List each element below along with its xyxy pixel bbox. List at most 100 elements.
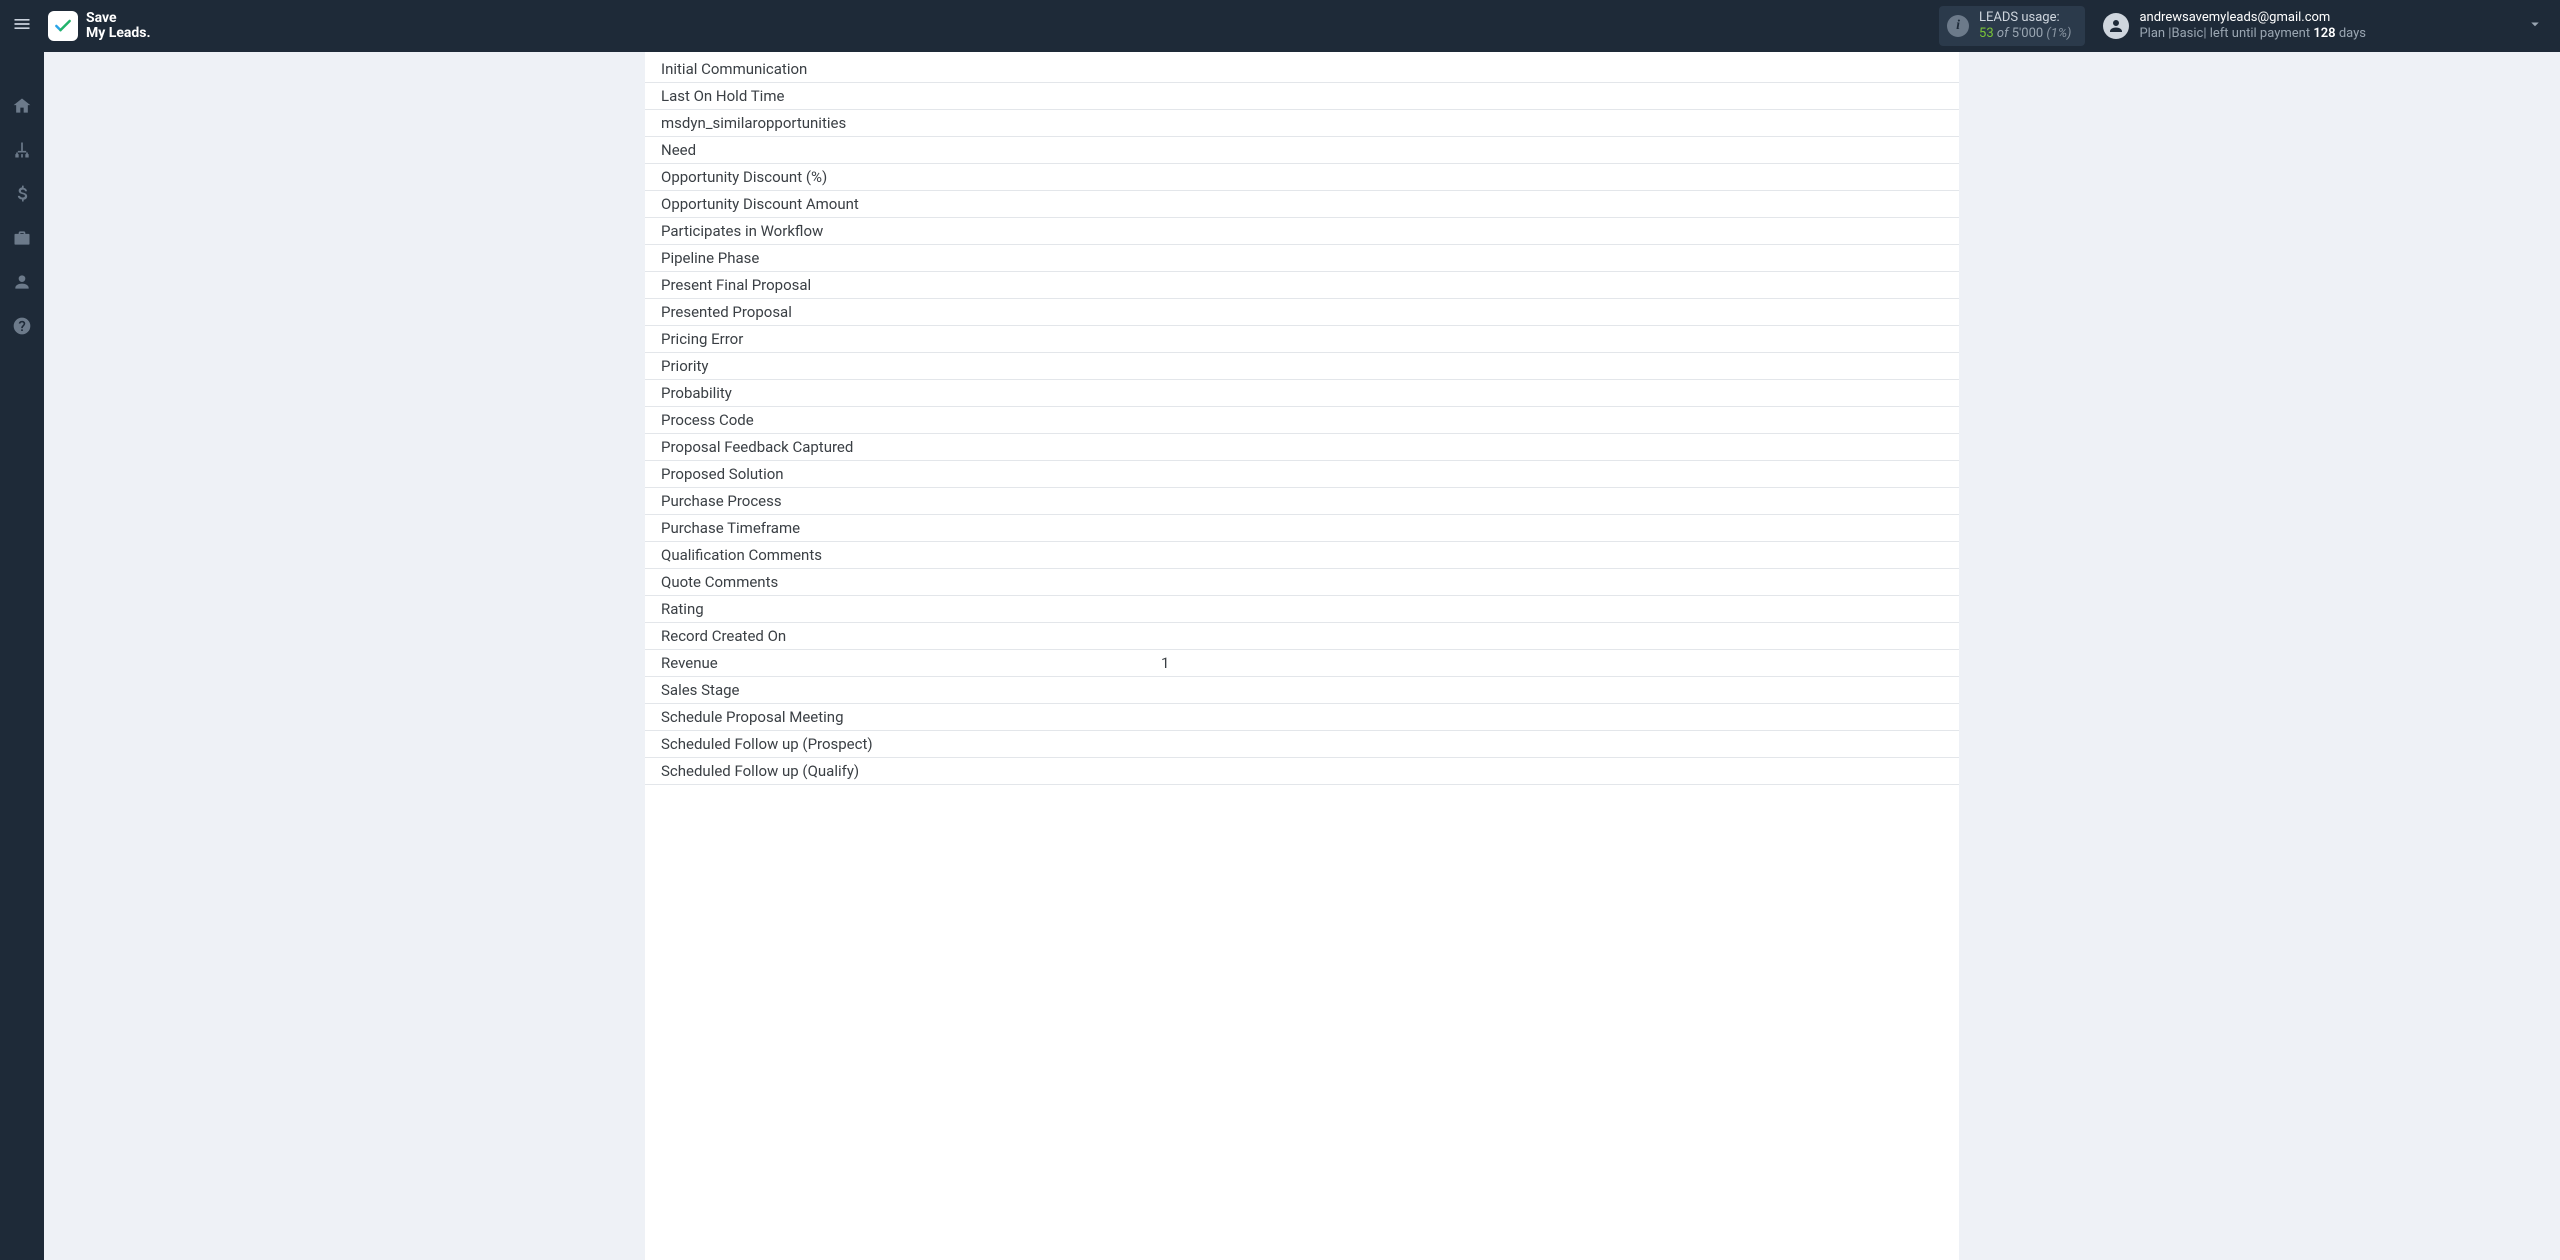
field-row[interactable]: Opportunity Discount (%) xyxy=(645,164,1959,191)
field-row[interactable]: Proposed Solution xyxy=(645,461,1959,488)
app-header: Save My Leads. i LEADS usage: 53 of 5'00… xyxy=(0,0,2560,52)
field-row[interactable]: Opportunity Discount Amount xyxy=(645,191,1959,218)
usage-used: 53 xyxy=(1979,26,1994,41)
field-row[interactable]: msdyn_similaropportunities xyxy=(645,110,1959,137)
sitemap-icon xyxy=(12,140,32,164)
fields-list: Initial Communication Last On Hold Time ms… xyxy=(645,52,1959,785)
field-row[interactable]: Qualification Comments xyxy=(645,542,1959,569)
menu-toggle-button[interactable] xyxy=(0,0,44,52)
field-label: Schedule Proposal Meeting xyxy=(661,708,1161,726)
usage-of: of xyxy=(1997,26,2009,41)
field-row[interactable]: Schedule Proposal Meeting xyxy=(645,704,1959,731)
nav-help[interactable] xyxy=(0,308,44,348)
field-row[interactable]: Scheduled Follow up (Qualify) xyxy=(645,758,1959,785)
field-value: 1 xyxy=(1161,654,1959,672)
info-icon: i xyxy=(1947,15,1969,37)
usage-percent: (1%) xyxy=(2046,26,2071,41)
brand-logo[interactable]: Save My Leads. xyxy=(48,11,151,42)
plan-mid: | left until payment xyxy=(2203,26,2313,41)
field-label: Presented Proposal xyxy=(661,303,1161,321)
field-label: Purchase Timeframe xyxy=(661,519,1161,537)
field-row[interactable]: Present Final Proposal xyxy=(645,272,1959,299)
field-label: Need xyxy=(661,141,1161,159)
field-row[interactable]: Rating xyxy=(645,596,1959,623)
field-label: Opportunity Discount Amount xyxy=(661,195,1161,213)
field-row[interactable]: Pipeline Phase xyxy=(645,245,1959,272)
home-icon xyxy=(12,96,32,120)
plan-pre: Plan | xyxy=(2139,26,2171,41)
chevron-down-icon xyxy=(2526,15,2544,37)
field-label: Revenue xyxy=(661,654,1161,672)
field-label: Opportunity Discount (%) xyxy=(661,168,1161,186)
leads-usage-box[interactable]: i LEADS usage: 53 of 5'000 (1%) xyxy=(1939,6,2085,46)
field-row[interactable]: Priority xyxy=(645,353,1959,380)
field-row[interactable]: Pricing Error xyxy=(645,326,1959,353)
nav-workspace[interactable] xyxy=(0,220,44,260)
nav-billing[interactable] xyxy=(0,176,44,216)
field-row[interactable]: Last On Hold Time xyxy=(645,83,1959,110)
brand-line1: Save xyxy=(86,11,151,26)
help-icon xyxy=(12,316,32,340)
usage-label: LEADS usage: xyxy=(1979,10,2071,26)
field-label: Pricing Error xyxy=(661,330,1161,348)
menu-icon xyxy=(12,14,32,38)
field-label: Present Final Proposal xyxy=(661,276,1161,294)
nav-account[interactable] xyxy=(0,264,44,304)
field-label: Quote Comments xyxy=(661,573,1161,591)
field-label: Probability xyxy=(661,384,1161,402)
brand-line2: My Leads. xyxy=(86,26,151,41)
field-row[interactable]: Quote Comments xyxy=(645,569,1959,596)
page-scroll[interactable]: Initial Communication Last On Hold Time ms… xyxy=(44,52,2560,1260)
avatar-icon xyxy=(2103,13,2129,39)
account-plan: Plan |Basic| left until payment 128 days xyxy=(2139,26,2366,42)
plan-days: 128 xyxy=(2313,26,2335,41)
usage-total: 5'000 xyxy=(2012,26,2044,41)
field-label: Proposed Solution xyxy=(661,465,1161,483)
account-email: andrewsavemyleads@gmail.com xyxy=(2139,10,2366,26)
field-row[interactable]: Proposal Feedback Captured xyxy=(645,434,1959,461)
brand-name: Save My Leads. xyxy=(86,11,151,42)
field-row[interactable]: Process Code xyxy=(645,407,1959,434)
field-label: Qualification Comments xyxy=(661,546,1161,564)
account-expand-button[interactable] xyxy=(2526,15,2544,37)
field-row[interactable]: Revenue1 xyxy=(645,650,1959,677)
field-row[interactable]: Sales Stage xyxy=(645,677,1959,704)
nav-connections[interactable] xyxy=(0,132,44,172)
field-row[interactable]: Scheduled Follow up (Prospect) xyxy=(645,731,1959,758)
field-row[interactable]: Need xyxy=(645,137,1959,164)
field-row[interactable]: Presented Proposal xyxy=(645,299,1959,326)
account-menu[interactable]: andrewsavemyleads@gmail.com Plan |Basic|… xyxy=(2103,10,2544,43)
nav-sidebar xyxy=(0,52,44,1260)
field-label: Scheduled Follow up (Qualify) xyxy=(661,762,1161,780)
field-label: Pipeline Phase xyxy=(661,249,1161,267)
field-label: Rating xyxy=(661,600,1161,618)
field-label: Record Created On xyxy=(661,627,1161,645)
field-label: Purchase Process xyxy=(661,492,1161,510)
briefcase-icon xyxy=(12,228,32,252)
logo-badge-icon xyxy=(48,11,78,41)
plan-name: Basic xyxy=(2171,26,2203,41)
usage-value: 53 of 5'000 (1%) xyxy=(1979,26,2071,42)
field-label: Priority xyxy=(661,357,1161,375)
field-label: Initial Communication xyxy=(661,60,1161,78)
user-icon xyxy=(12,272,32,296)
field-row[interactable]: Initial Communication xyxy=(645,52,1959,83)
nav-home[interactable] xyxy=(0,88,44,128)
field-row[interactable]: Purchase Process xyxy=(645,488,1959,515)
field-row[interactable]: Record Created On xyxy=(645,623,1959,650)
usage-text: LEADS usage: 53 of 5'000 (1%) xyxy=(1979,10,2071,43)
field-label: Last On Hold Time xyxy=(661,87,1161,105)
field-label: Participates in Workflow xyxy=(661,222,1161,240)
field-label: Scheduled Follow up (Prospect) xyxy=(661,735,1161,753)
dollar-icon xyxy=(12,184,32,208)
field-row[interactable]: Participates in Workflow xyxy=(645,218,1959,245)
field-label: Process Code xyxy=(661,411,1161,429)
field-label: Proposal Feedback Captured xyxy=(661,438,1161,456)
field-label: Sales Stage xyxy=(661,681,1161,699)
field-row[interactable]: Probability xyxy=(645,380,1959,407)
plan-days-suffix: days xyxy=(2336,26,2366,41)
field-label: msdyn_similaropportunities xyxy=(661,114,1161,132)
fields-card: Initial Communication Last On Hold Time ms… xyxy=(645,52,1959,1260)
field-row[interactable]: Purchase Timeframe xyxy=(645,515,1959,542)
account-text: andrewsavemyleads@gmail.com Plan |Basic|… xyxy=(2139,10,2366,43)
